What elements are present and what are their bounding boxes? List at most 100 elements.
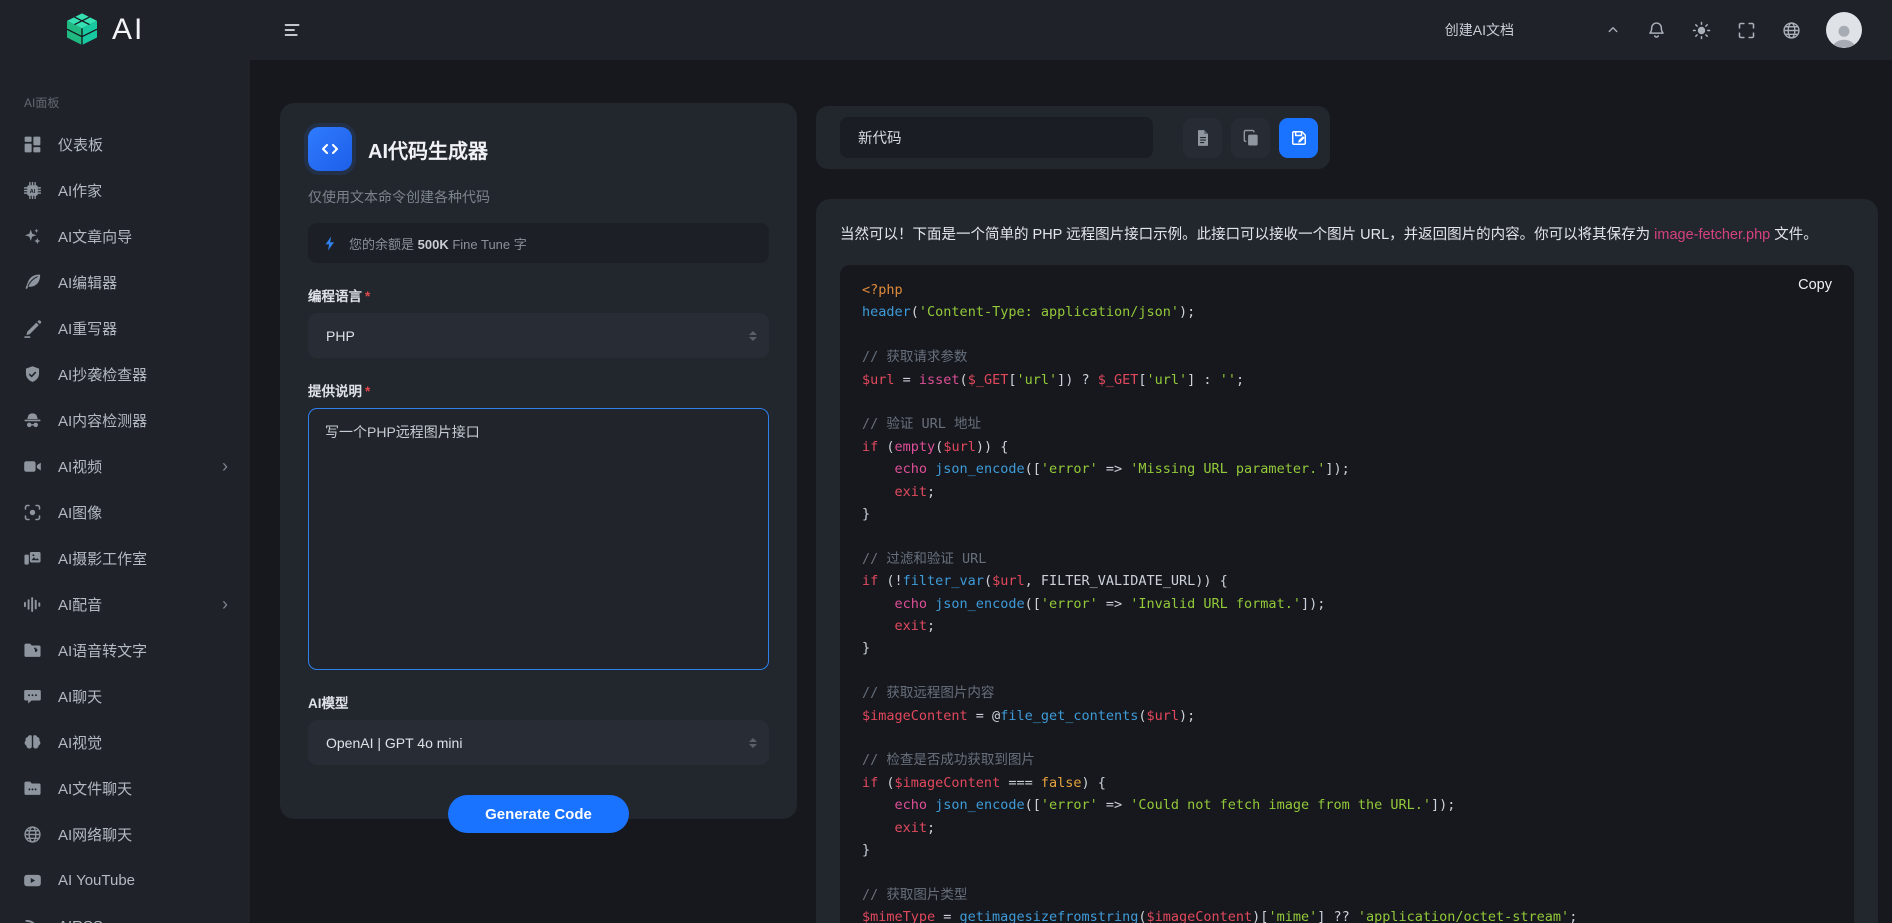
chevron-right-icon: › xyxy=(222,595,228,613)
dashboard-icon xyxy=(22,134,43,155)
code-token: $url xyxy=(862,372,895,388)
code-token: echo xyxy=(895,596,928,612)
code-token: exit xyxy=(895,484,928,500)
model-select[interactable]: OpenAI | GPT 4o mini xyxy=(308,720,769,765)
code-token: getimagesizefromstring xyxy=(960,909,1139,923)
generate-code-button[interactable]: Generate Code xyxy=(448,795,629,833)
document-button[interactable] xyxy=(1183,118,1222,158)
code-token: echo xyxy=(895,461,928,477)
code-token: if xyxy=(862,775,878,791)
sidebar-item-9[interactable]: AI摄影工作室 xyxy=(0,535,250,581)
code-token: $_GET xyxy=(968,372,1009,388)
code-token: <?php xyxy=(862,282,903,298)
sidebar-item-8[interactable]: AI图像 xyxy=(0,489,250,535)
code-token xyxy=(927,797,935,813)
description-label: 提供说明* xyxy=(308,380,769,400)
language-select[interactable]: PHP xyxy=(308,313,769,358)
required-asterisk: * xyxy=(365,384,370,399)
sidebar-item-4[interactable]: AI重写器 xyxy=(0,305,250,351)
required-asterisk: * xyxy=(365,289,370,304)
code-token: filter_var xyxy=(903,573,984,589)
svg-text:AI: AI xyxy=(30,188,36,194)
code-token: } xyxy=(862,640,870,656)
code-token: // 获取图片类型 xyxy=(862,887,967,903)
chevron-up-icon[interactable] xyxy=(1604,21,1622,39)
code-token: ; xyxy=(927,820,935,836)
doc-title-value: 新代码 xyxy=(858,127,902,148)
sidebar-item-16[interactable]: AI YouTube xyxy=(0,857,250,903)
code-token: => xyxy=(1098,461,1131,477)
sidebar-item-14[interactable]: AI文件聊天 xyxy=(0,765,250,811)
rss-icon xyxy=(22,916,43,923)
copy-document-button[interactable] xyxy=(1231,118,1270,158)
app-root: AI 创建AI文档 AI面板 xyxy=(0,0,1892,923)
result-intro: 当然可以！下面是一个简单的 PHP 远程图片接口示例。此接口可以接收一个图片 U… xyxy=(840,225,1854,245)
detective-icon xyxy=(22,410,43,431)
code-token: false xyxy=(1041,775,1082,791)
code-token: echo xyxy=(895,797,928,813)
brain-icon xyxy=(22,732,43,753)
sidebar-item-10[interactable]: AI配音› xyxy=(0,581,250,627)
copy-icon xyxy=(1241,128,1261,148)
sidebar-item-17[interactable]: AIRSS xyxy=(0,903,250,923)
code-line: // 获取图片类型 xyxy=(862,884,1832,906)
language-button[interactable] xyxy=(1781,20,1802,41)
code-token: 'error' xyxy=(1041,461,1098,477)
description-textarea[interactable]: 写一个PHP远程图片接口 xyxy=(308,408,769,670)
code-line xyxy=(862,391,1832,413)
sidebar-item-label: AI重写器 xyxy=(58,318,117,339)
copy-code-button[interactable]: Copy xyxy=(1798,277,1832,293)
sidebar-item-11[interactable]: AI语音转文字 xyxy=(0,627,250,673)
sidebar-item-5[interactable]: AI抄袭检查器 xyxy=(0,351,250,397)
code-token: 'Could not fetch image from the URL.' xyxy=(1130,797,1431,813)
code-token: // 过滤和验证 URL xyxy=(862,551,986,567)
code-token: => xyxy=(1098,797,1131,813)
avatar[interactable] xyxy=(1826,12,1862,48)
code-line: header('Content-Type: application/json')… xyxy=(862,301,1832,323)
sidebar-item-2[interactable]: AI文章向导 xyxy=(0,213,250,259)
menu-toggle-button[interactable] xyxy=(282,19,304,41)
code-line: // 过滤和验证 URL xyxy=(862,548,1832,570)
sidebar-item-label: AI作家 xyxy=(58,180,102,201)
intro-text: 当然可以！下面是一个简单的 PHP 远程图片接口示例。此接口可以接收一个图片 U… xyxy=(840,227,1654,243)
code-token xyxy=(862,820,895,836)
brand-logo[interactable]: AI xyxy=(0,10,250,50)
pencil-icon xyxy=(22,318,43,339)
sidebar-item-13[interactable]: AI视觉 xyxy=(0,719,250,765)
sidebar-item-1[interactable]: AI AI作家 xyxy=(0,167,250,213)
sidebar-item-3[interactable]: AI编辑器 xyxy=(0,259,250,305)
code-token: 'error' xyxy=(1041,797,1098,813)
sidebar-item-0[interactable]: 仪表板 xyxy=(0,121,250,167)
youtube-icon xyxy=(22,870,43,891)
video-icon xyxy=(22,456,43,477)
page-title: AI代码生成器 xyxy=(368,135,488,164)
sparkles-icon xyxy=(22,226,43,247)
notifications-button[interactable] xyxy=(1646,20,1667,41)
page-subtitle: 仅使用文本命令创建各种代码 xyxy=(308,187,769,207)
speech-note-icon xyxy=(22,640,43,661)
inline-code: image-fetcher.php xyxy=(1654,227,1770,243)
select-caret-icon xyxy=(749,331,757,341)
sidebar-item-label: AI编辑器 xyxy=(58,272,117,293)
create-doc-dropdown[interactable]: 创建AI文档 xyxy=(1445,20,1514,40)
fullscreen-button[interactable] xyxy=(1736,20,1757,41)
code-token: )[ xyxy=(1252,909,1268,923)
select-caret-icon xyxy=(749,738,757,748)
doc-title-input[interactable]: 新代码 xyxy=(840,117,1153,158)
sidebar-item-15[interactable]: AI网络聊天 xyxy=(0,811,250,857)
sidebar-section-label: AI面板 xyxy=(24,94,250,111)
sidebar-item-label: AI文件聊天 xyxy=(58,778,132,799)
intro-text: 文件。 xyxy=(1770,227,1818,243)
theme-toggle-button[interactable] xyxy=(1691,20,1712,41)
sidebar-item-12[interactable]: AI聊天 xyxy=(0,673,250,719)
sidebar-item-6[interactable]: AI内容检测器 xyxy=(0,397,250,443)
sidebar-item-7[interactable]: AI视频› xyxy=(0,443,250,489)
cube-logo-icon xyxy=(62,10,102,50)
code-token: ; xyxy=(1569,909,1577,923)
save-button[interactable] xyxy=(1279,118,1318,158)
code-line: } xyxy=(862,637,1832,659)
sidebar: AI面板 仪表板 AI AI作家 AI文章向导 AI编辑器 AI重写器 AI抄袭检查器AI内… xyxy=(0,60,250,923)
code-token xyxy=(862,596,895,612)
waveform-icon xyxy=(22,594,43,615)
code-line xyxy=(862,861,1832,883)
